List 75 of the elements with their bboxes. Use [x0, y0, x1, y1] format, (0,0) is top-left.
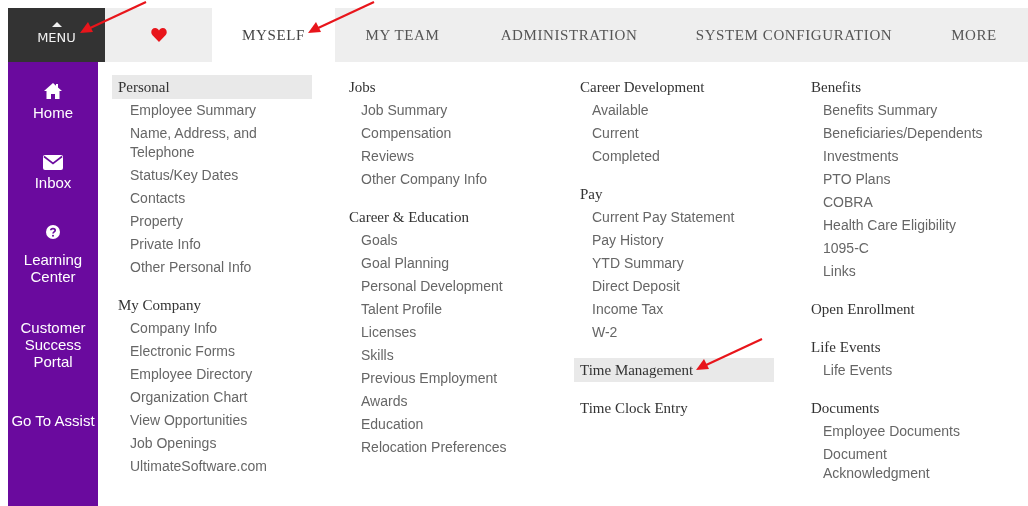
menu-button[interactable]: MENU: [8, 8, 105, 62]
menu-link[interactable]: YTD Summary: [592, 254, 684, 273]
menu-link[interactable]: Property: [130, 212, 183, 231]
menu-link[interactable]: Completed: [592, 147, 660, 166]
sidebar-link[interactable]: Go To Assist: [8, 412, 98, 429]
menu-link[interactable]: Talent Profile: [361, 300, 442, 319]
menu-link[interactable]: W-2: [592, 323, 618, 342]
menu-link[interactable]: Available: [592, 101, 649, 120]
menu-heading[interactable]: Time Management: [574, 358, 774, 382]
menu-link[interactable]: COBRA: [823, 193, 873, 212]
menu-heading[interactable]: Jobs: [343, 75, 543, 99]
menu-link[interactable]: Pay History: [592, 231, 664, 250]
menu-link[interactable]: Previous Employment: [361, 369, 498, 388]
menu-link[interactable]: Compensation: [361, 124, 452, 143]
menu-heading[interactable]: Benefits: [805, 75, 1005, 99]
menu-link[interactable]: Income Tax: [592, 300, 664, 319]
menu-link[interactable]: View Opportunities: [130, 411, 248, 430]
menu-link[interactable]: Licenses: [361, 323, 417, 342]
menu-heading[interactable]: Pay: [574, 182, 774, 206]
sidebar-link[interactable]: Customer Success Portal: [8, 319, 98, 370]
menu-link[interactable]: Employee Documents: [823, 422, 960, 441]
sidebar-link[interactable]: Learning Center: [13, 251, 93, 285]
menu-heading[interactable]: Career & Education: [343, 205, 543, 229]
menu-link[interactable]: Contacts: [130, 189, 186, 208]
sidebar-link[interactable]: Home: [33, 104, 73, 121]
menu-link[interactable]: Private Info: [130, 235, 201, 254]
heart-icon: [150, 28, 167, 42]
nav-tab[interactable]: SYSTEM CONFIGURATION: [668, 8, 920, 62]
menu-link[interactable]: Direct Deposit: [592, 277, 680, 296]
sidebar-link[interactable]: Inbox: [34, 174, 72, 191]
menu-link[interactable]: Electronic Forms: [130, 342, 236, 361]
menu-link[interactable]: Awards: [361, 392, 408, 411]
menu-link[interactable]: Current: [592, 124, 639, 143]
menu-link[interactable]: Education: [361, 415, 424, 434]
menu-link[interactable]: Personal Development: [361, 277, 503, 296]
menu-heading[interactable]: Open Enrollment: [805, 297, 1005, 321]
nav-tab[interactable]: MYSELF: [212, 8, 335, 62]
menu-link[interactable]: Document Acknowledgment: [823, 445, 979, 483]
menu-link[interactable]: Status/Key Dates: [130, 166, 239, 185]
menu-link[interactable]: Relocation Preferences: [361, 438, 507, 457]
nav-tab[interactable]: MORE: [920, 8, 1028, 62]
nav-tab[interactable]: ADMINISTRATION: [470, 8, 668, 62]
menu-link[interactable]: Skills: [361, 346, 394, 365]
menu-link[interactable]: Reviews: [361, 147, 414, 166]
menu-link[interactable]: Employee Directory: [130, 365, 253, 384]
home-icon: [43, 82, 63, 100]
menu-link[interactable]: Health Care Eligibility: [823, 216, 957, 235]
envelope-icon: [43, 155, 63, 170]
caret-up-icon: [51, 21, 62, 27]
menu-link[interactable]: Current Pay Statement: [592, 208, 735, 227]
menu-link[interactable]: 1095-C: [823, 239, 869, 258]
menu-heading[interactable]: Personal: [112, 75, 312, 99]
menu-link[interactable]: UltimateSoftware.com: [130, 457, 267, 476]
menu-link[interactable]: Name, Address, and Telephone: [130, 124, 286, 162]
menu-link[interactable]: Other Personal Info: [130, 258, 252, 277]
menu-link[interactable]: Goals: [361, 231, 398, 250]
menu-heading[interactable]: Career Development: [574, 75, 774, 99]
menu-link[interactable]: Other Company Info: [361, 170, 488, 189]
menu-link[interactable]: Job Summary: [361, 101, 448, 120]
menu-link[interactable]: Life Events: [823, 361, 893, 380]
menu-heading[interactable]: Time Clock Entry: [574, 396, 774, 420]
menu-link[interactable]: Employee Summary: [130, 101, 257, 120]
menu-link[interactable]: PTO Plans: [823, 170, 891, 189]
menu-link[interactable]: Company Info: [130, 319, 218, 338]
menu-link[interactable]: Job Openings: [130, 434, 217, 453]
menu-link[interactable]: Links: [823, 262, 856, 281]
menu-link[interactable]: Goal Planning: [361, 254, 449, 273]
menu-heading[interactable]: My Company: [112, 293, 312, 317]
menu-heading[interactable]: Life Events: [805, 335, 1005, 359]
menu-link[interactable]: Investments: [823, 147, 899, 166]
help-icon: [46, 225, 60, 239]
menu-link[interactable]: Benefits Summary: [823, 101, 938, 120]
menu-link[interactable]: Organization Chart: [130, 388, 248, 407]
menu-heading[interactable]: Documents: [805, 396, 1005, 420]
nav-tab[interactable]: MY TEAM: [335, 8, 470, 62]
